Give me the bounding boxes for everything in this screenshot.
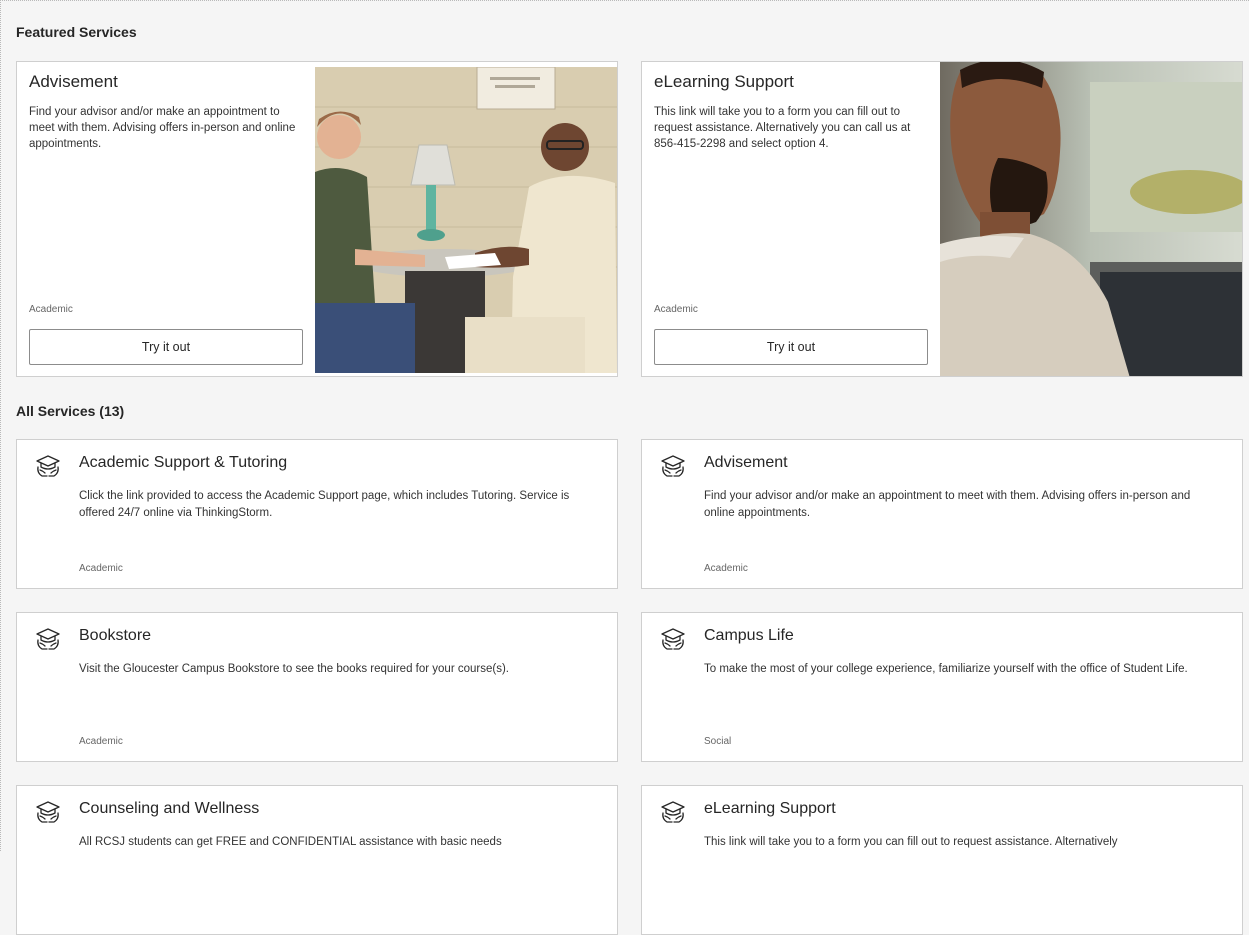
service-card-advisement[interactable]: Advisement Find your advisor and/or make… — [641, 439, 1243, 589]
advising-meeting-photo — [315, 67, 617, 373]
service-description: All RCSJ students can get FREE and CONFI… — [79, 836, 502, 848]
service-category: Social — [704, 736, 732, 747]
featured-card-title: Advisement — [29, 72, 118, 91]
service-title: Academic Support & Tutoring — [79, 454, 288, 471]
service-card-elearning-support[interactable]: eLearning Support This link will take yo… — [641, 785, 1243, 935]
featured-card-text: eLearning Support This link will take yo… — [654, 72, 924, 152]
try-it-out-button[interactable]: Try it out — [29, 329, 303, 365]
all-services-count: (13) — [99, 403, 125, 419]
service-card-counseling-wellness[interactable]: Counseling and Wellness All RCSJ student… — [16, 785, 618, 935]
featured-card-advisement: Advisement Find your advisor and/or make… — [16, 61, 618, 377]
featured-card-description: This link will take you to a form you ca… — [654, 106, 911, 150]
service-title: Bookstore — [79, 627, 152, 644]
graduation-cap-hands-icon — [661, 801, 685, 823]
service-category: Academic — [704, 563, 748, 574]
featured-services-heading: Featured Services — [16, 24, 137, 40]
graduation-cap-hands-icon — [36, 628, 60, 650]
featured-card-description: Find your advisor and/or make an appoint… — [29, 106, 296, 150]
service-category: Academic — [79, 563, 123, 574]
service-description: This link will take you to a form you ca… — [704, 836, 1118, 848]
service-title: eLearning Support — [704, 800, 836, 817]
student-profile-photo — [940, 62, 1242, 376]
service-title: Counseling and Wellness — [79, 800, 260, 817]
featured-card-category: Academic — [654, 304, 698, 315]
service-description: Click the link provided to access the Ac… — [79, 490, 570, 519]
featured-card-text: Advisement Find your advisor and/or make… — [29, 72, 299, 152]
graduation-cap-hands-icon — [36, 801, 60, 823]
graduation-cap-hands-icon — [36, 455, 60, 477]
featured-card-title: eLearning Support — [654, 72, 794, 91]
service-description: To make the most of your college experie… — [704, 663, 1188, 675]
graduation-cap-hands-icon — [661, 455, 685, 477]
try-it-out-button[interactable]: Try it out — [654, 329, 928, 365]
featured-card-elearning-support: eLearning Support This link will take yo… — [641, 61, 1243, 377]
service-card-campus-life[interactable]: Campus Life To make the most of your col… — [641, 612, 1243, 762]
student-profile-illustration — [940, 62, 1242, 376]
all-services-heading: All Services (13) — [16, 403, 124, 419]
service-title: Advisement — [704, 454, 788, 471]
featured-card-category: Academic — [29, 304, 73, 315]
service-description: Visit the Gloucester Campus Bookstore to… — [79, 663, 509, 675]
service-card-bookstore[interactable]: Bookstore Visit the Gloucester Campus Bo… — [16, 612, 618, 762]
service-card-academic-support-tutoring[interactable]: Academic Support & Tutoring Click the li… — [16, 439, 618, 589]
graduation-cap-hands-icon — [661, 628, 685, 650]
service-description: Find your advisor and/or make an appoint… — [704, 490, 1191, 519]
all-services-label: All Services — [16, 403, 96, 419]
service-category: Academic — [79, 736, 123, 747]
service-title: Campus Life — [704, 627, 794, 644]
advising-meeting-illustration — [315, 67, 617, 373]
